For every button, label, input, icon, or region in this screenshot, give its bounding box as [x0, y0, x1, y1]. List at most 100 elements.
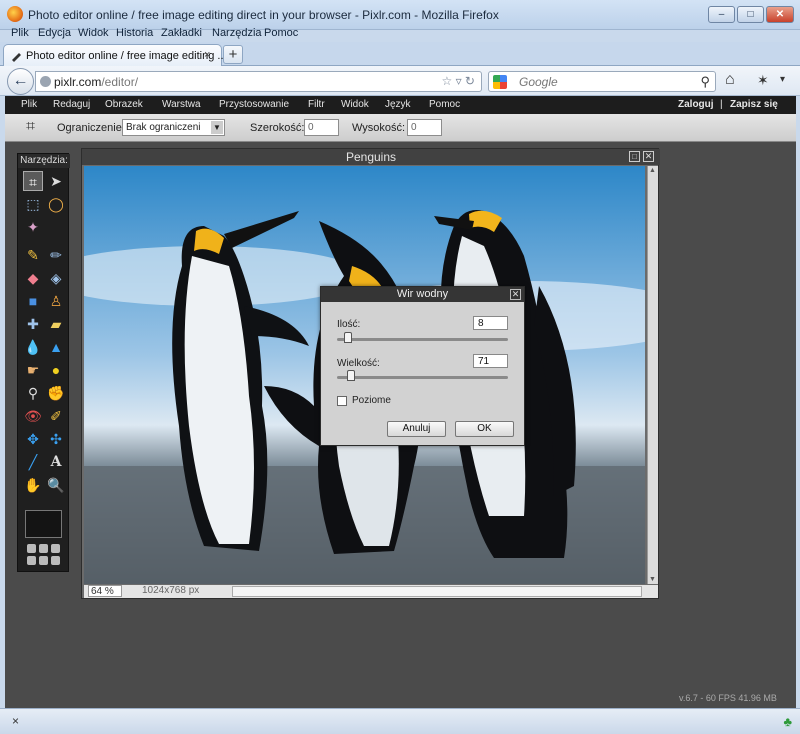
- tab-pixlr[interactable]: Photo editor online / free image editing…: [3, 44, 227, 67]
- smudge-tool-icon[interactable]: ☛: [23, 360, 43, 380]
- dialog-title: Wir wodny: [321, 287, 524, 302]
- horizontal-checkbox[interactable]: [337, 396, 347, 406]
- tools-title: Narzędzia:: [18, 154, 70, 168]
- pixlr-menu-przystosowanie[interactable]: Przystosowanie: [219, 99, 289, 110]
- width-label: Szerokość:: [250, 122, 305, 134]
- ok-button[interactable]: OK: [455, 421, 514, 437]
- url-bar[interactable]: pixlr.com/editor/ ☆ ▿ ↻: [35, 71, 482, 92]
- menu-narzedzia[interactable]: Narzędzia: [212, 27, 262, 39]
- pinch-tool-icon[interactable]: ✣: [46, 429, 66, 449]
- menu-historia[interactable]: Historia: [116, 27, 153, 39]
- status-close-icon[interactable]: ×: [12, 714, 19, 728]
- horizontal-label: Poziome: [352, 395, 391, 406]
- crop-icon: ⌗: [26, 118, 36, 135]
- tab-close-icon[interactable]: ×: [204, 49, 210, 61]
- search-placeholder: Google: [519, 75, 558, 89]
- bucket-tool-icon[interactable]: ◈: [46, 268, 66, 288]
- pixlr-menu-plik[interactable]: Plik: [21, 99, 37, 110]
- color-swatch[interactable]: [25, 510, 62, 538]
- amount-slider[interactable]: [337, 338, 508, 341]
- amount-field[interactable]: 8: [473, 316, 508, 330]
- bloat-tool-icon[interactable]: ✥: [23, 429, 43, 449]
- size-slider[interactable]: [337, 376, 508, 379]
- login-separator: |: [720, 99, 723, 110]
- chevron-down-icon[interactable]: ▾: [780, 74, 785, 85]
- document-title: Penguins: [82, 149, 660, 165]
- restore-icon[interactable]: □: [629, 151, 640, 162]
- document-status-bar: 64 % 1024x768 px: [84, 585, 658, 598]
- menu-widok[interactable]: Widok: [78, 27, 109, 39]
- browser-status-bar: × ♣: [0, 708, 800, 734]
- pencil-icon: [12, 53, 21, 62]
- search-bar[interactable]: Google ⚲: [488, 71, 716, 92]
- vertical-scrollbar[interactable]: ▲ ▼: [647, 166, 658, 584]
- menu-plik[interactable]: Plik: [11, 27, 29, 39]
- shape-tool-icon[interactable]: ▰: [46, 314, 66, 334]
- zoom-tool-icon[interactable]: 🔍: [46, 475, 66, 495]
- register-link[interactable]: Zapisz się: [730, 99, 778, 110]
- url-path: /editor/: [101, 75, 139, 89]
- pixlr-menu-filtr[interactable]: Filtr: [308, 99, 325, 110]
- hand-tool-icon[interactable]: ✋: [23, 475, 43, 495]
- menu-pomoc[interactable]: Pomoc: [264, 27, 298, 39]
- stamp-tool-icon[interactable]: ♙: [46, 291, 66, 311]
- menu-zakladki[interactable]: Zakładki: [161, 27, 202, 39]
- size-label: Wielkość:: [337, 358, 380, 369]
- scroll-up-icon[interactable]: ▲: [649, 167, 656, 174]
- pixlr-menu-redaguj[interactable]: Redaguj: [53, 99, 90, 110]
- text-tool-icon[interactable]: A: [46, 452, 66, 472]
- pixlr-menu-obrazek[interactable]: Obrazek: [105, 99, 143, 110]
- dialog-close-icon[interactable]: ✕: [510, 289, 521, 300]
- burn-tool-icon[interactable]: ✊: [46, 383, 66, 403]
- crop-tool-icon[interactable]: ⌗: [23, 171, 43, 191]
- brush-tool-icon[interactable]: ✏: [46, 245, 66, 265]
- home-icon[interactable]: ⌂: [725, 71, 735, 89]
- width-field[interactable]: 0: [304, 119, 339, 136]
- amount-slider-thumb[interactable]: [343, 332, 352, 343]
- pencil-tool-icon[interactable]: ✎: [23, 245, 43, 265]
- size-field[interactable]: 71: [473, 354, 508, 368]
- close-icon[interactable]: ✕: [643, 151, 654, 162]
- twirl-filter-dialog: Wir wodny ✕ Ilość: 8 Wielkość: 71 Poziom…: [320, 286, 525, 446]
- wand-tool-icon[interactable]: ✦: [23, 217, 43, 237]
- chevron-down-icon: ▼: [211, 121, 223, 134]
- amount-label: Ilość:: [337, 319, 361, 330]
- addon-icon[interactable]: ✶: [757, 72, 769, 89]
- heal-tool-icon[interactable]: ✚: [23, 314, 43, 334]
- sponge-tool-icon[interactable]: ●: [46, 360, 66, 380]
- zoom-field[interactable]: 64 %: [88, 585, 122, 597]
- constraint-select[interactable]: Brak ograniczeni ▼: [122, 119, 225, 136]
- new-tab-button[interactable]: +: [223, 45, 243, 64]
- pixlr-menu-pomoc[interactable]: Pomoc: [429, 99, 460, 110]
- lasso-tool-icon[interactable]: ◯: [46, 194, 66, 214]
- cancel-button[interactable]: Anuluj: [387, 421, 446, 437]
- minimize-button[interactable]: –: [708, 6, 735, 23]
- bookmark-star-icon[interactable]: ☆ ▿ ↻: [441, 74, 475, 88]
- eraser-tool-icon[interactable]: ◆: [23, 268, 43, 288]
- login-link[interactable]: Zaloguj: [678, 99, 714, 110]
- marquee-tool-icon[interactable]: ⬚: [23, 194, 43, 214]
- dodge-tool-icon[interactable]: ⚲: [23, 383, 43, 403]
- maximize-button[interactable]: □: [737, 6, 764, 23]
- picker-tool-icon[interactable]: ╱: [23, 452, 43, 472]
- addon-status-icon[interactable]: ♣: [783, 714, 792, 729]
- pixlr-menu-jezyk[interactable]: Język: [385, 99, 411, 110]
- gradient-tool-icon[interactable]: ■: [23, 291, 43, 311]
- redeye-tool-icon[interactable]: 👁: [23, 406, 43, 426]
- sharpen-tool-icon[interactable]: ▲: [46, 337, 66, 357]
- spot-heal-tool-icon[interactable]: ✐: [46, 406, 66, 426]
- search-icon[interactable]: ⚲: [700, 74, 710, 90]
- close-window-button[interactable]: ✕: [766, 6, 794, 23]
- crop-options-bar: ⌗ Ograniczenie: Brak ograniczeni ▼ Szerok…: [5, 114, 796, 142]
- height-field[interactable]: 0: [407, 119, 442, 136]
- scroll-down-icon[interactable]: ▼: [649, 576, 656, 583]
- pixlr-menu-warstwa[interactable]: Warstwa: [162, 99, 201, 110]
- menu-edycja[interactable]: Edycja: [38, 27, 71, 39]
- back-arrow-icon[interactable]: ←: [7, 68, 34, 95]
- pixlr-menu-widok[interactable]: Widok: [341, 99, 369, 110]
- blur-tool-icon[interactable]: 💧: [23, 337, 43, 357]
- move-tool-icon[interactable]: ➤: [46, 171, 66, 191]
- grid-icon[interactable]: [27, 544, 61, 566]
- horizontal-scrollbar[interactable]: [232, 586, 642, 597]
- size-slider-thumb[interactable]: [347, 370, 356, 381]
